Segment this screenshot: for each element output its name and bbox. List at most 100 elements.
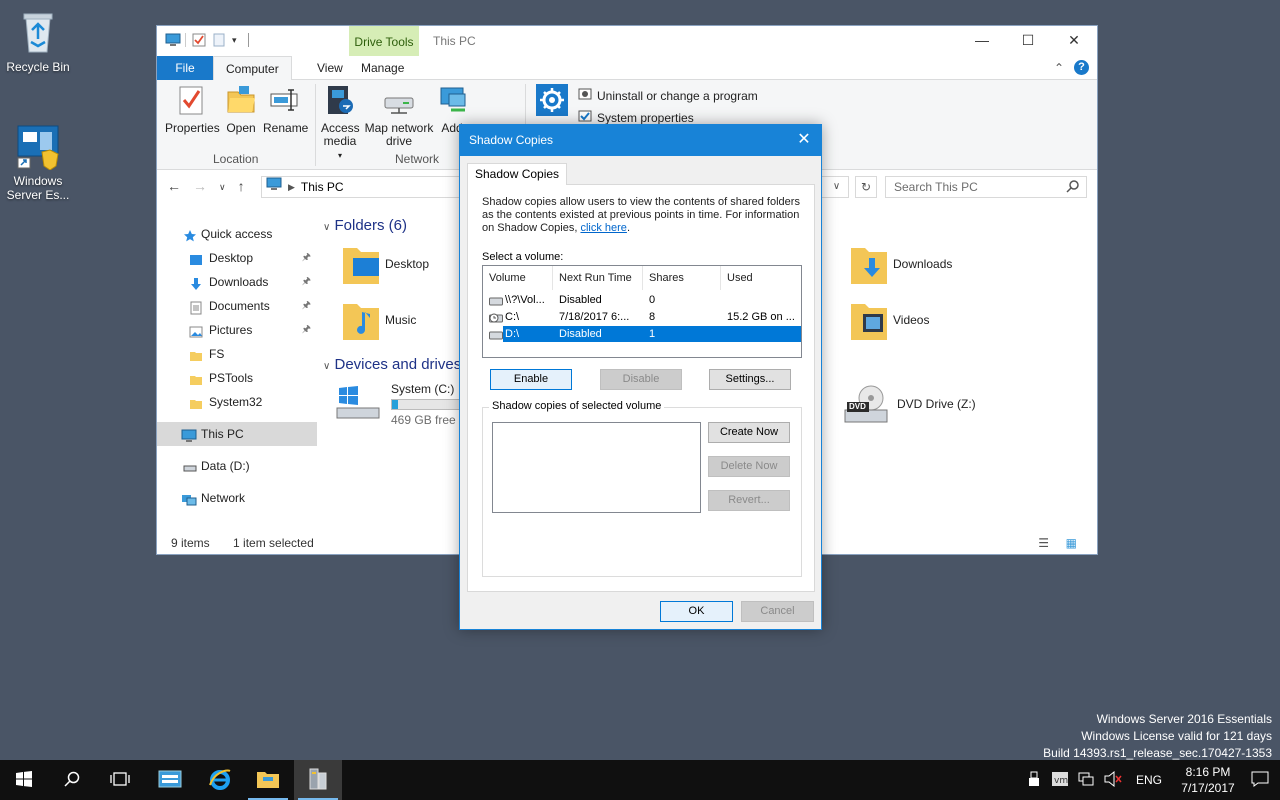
nav-pictures[interactable]: Pictures 🖈 — [157, 318, 317, 342]
drive-tile-dvd[interactable]: DVD DVD Drive (Z:) — [843, 384, 976, 424]
nav-documents[interactable]: Documents 🖈 — [157, 294, 317, 318]
forward-arrow-icon[interactable]: → — [193, 178, 207, 196]
music-folder-icon — [341, 300, 379, 340]
nav-downloads[interactable]: Downloads 🖈 — [157, 270, 317, 294]
action-center-icon[interactable] — [1240, 771, 1280, 790]
breadcrumb-separator-icon[interactable]: ▶ — [288, 177, 295, 197]
dvd-drive-icon: DVD — [843, 384, 889, 424]
folder-tile-music[interactable]: Music — [341, 300, 416, 340]
column-header-shares[interactable]: Shares — [643, 266, 721, 290]
location-group-label: Location — [213, 152, 259, 166]
minimize-button[interactable]: — — [959, 26, 1005, 56]
nav-network[interactable]: Network — [157, 486, 317, 510]
recent-locations-chevron-icon[interactable]: ∨ — [219, 178, 226, 196]
open-button[interactable]: Open — [221, 84, 261, 135]
folder-tile-videos[interactable]: Videos — [849, 300, 929, 340]
delete-now-button[interactable]: Delete Now — [708, 456, 790, 477]
tab-computer[interactable]: Computer — [213, 56, 292, 81]
drive-tile-system-c[interactable]: System (C:) 469 GB free of — [335, 382, 471, 427]
new-folder-icon[interactable] — [212, 33, 226, 47]
taskbar-server-manager[interactable] — [146, 760, 194, 800]
customize-qat-chevron-icon[interactable]: ▾ — [232, 33, 242, 47]
map-network-drive-button[interactable]: Map network drive — [363, 84, 435, 148]
vmware-tools-icon[interactable]: vm — [1051, 771, 1068, 789]
shadow-copies-list[interactable] — [492, 422, 701, 513]
tab-manage[interactable]: Manage — [349, 56, 416, 80]
details-view-icon[interactable]: ☰ — [1038, 532, 1049, 554]
nav-this-pc[interactable]: This PC — [157, 422, 317, 446]
folders-section-header[interactable]: ∨ Folders (6) — [323, 217, 407, 234]
search-input[interactable]: Search This PC — [885, 176, 1087, 198]
clock[interactable]: 8:16 PM 7/17/2017 — [1176, 764, 1240, 796]
column-header-volume[interactable]: Volume — [483, 266, 553, 290]
maximize-button[interactable]: ☐ — [1005, 26, 1051, 56]
file-explorer-icon — [256, 769, 280, 792]
task-view-button[interactable] — [96, 760, 144, 800]
help-icon[interactable]: ? — [1074, 60, 1089, 75]
close-icon[interactable]: ✕ — [787, 125, 821, 156]
taskbar-file-explorer[interactable] — [244, 760, 292, 800]
taskbar-internet-explorer[interactable] — [196, 760, 244, 800]
devices-section-header[interactable]: ∨ Devices and drives — [323, 356, 461, 373]
map-network-drive-icon — [383, 84, 415, 116]
column-header-next-run[interactable]: Next Run Time — [553, 266, 643, 290]
nav-desktop[interactable]: Desktop 🖈 — [157, 246, 317, 270]
tab-file[interactable]: File — [157, 56, 213, 80]
usb-device-icon[interactable] — [1028, 771, 1040, 790]
close-button[interactable]: ✕ — [1051, 26, 1097, 56]
navigation-pane: Quick access Desktop 🖈 Downloads 🖈 Docum… — [157, 222, 317, 510]
address-dropdown-chevron-icon[interactable]: ∨ — [825, 176, 849, 198]
settings-button[interactable]: Settings... — [709, 369, 791, 390]
folder-tile-desktop[interactable]: Desktop — [341, 244, 429, 284]
taskbar-properties-window[interactable] — [294, 760, 342, 800]
tiles-view-icon[interactable]: ▦ — [1066, 532, 1077, 554]
desktop-icon-recycle-bin[interactable]: Recycle Bin — [0, 8, 76, 74]
column-header-used[interactable]: Used — [721, 266, 801, 290]
tab-shadow-copies[interactable]: Shadow Copies — [467, 163, 568, 185]
pin-icon[interactable]: 🖈 — [302, 318, 311, 342]
rename-button[interactable]: Rename — [263, 84, 308, 135]
volume-muted-icon[interactable] — [1104, 770, 1122, 790]
enable-button[interactable]: Enable — [490, 369, 572, 390]
revert-button[interactable]: Revert... — [708, 490, 790, 511]
window-title: This PC — [433, 34, 476, 48]
pin-icon[interactable]: 🖈 — [302, 246, 311, 270]
cancel-button[interactable]: Cancel — [741, 601, 814, 622]
volume-list[interactable]: Volume Next Run Time Shares Used \\?\Vol… — [482, 265, 802, 358]
computer-icon[interactable] — [165, 33, 181, 47]
open-settings-button[interactable] — [535, 84, 569, 122]
access-media-button[interactable]: Access media ▾ — [321, 84, 360, 162]
breadcrumb[interactable]: This PC — [301, 177, 344, 197]
properties-check-icon[interactable] — [192, 33, 206, 47]
taskbar: vm ENG 8:16 PM 7/17/2017 — [0, 760, 1280, 800]
search-button[interactable] — [48, 760, 96, 800]
table-row[interactable]: \\?\Vol... Disabled 0 — [483, 292, 801, 308]
tab-view[interactable]: View — [305, 56, 355, 80]
properties-button[interactable]: Properties — [165, 84, 220, 135]
table-row[interactable]: C:\ 7/18/2017 6:... 8 15.2 GB on ... — [483, 309, 801, 325]
nav-fs[interactable]: FS — [157, 342, 317, 366]
disable-button[interactable]: Disable — [600, 369, 682, 390]
this-pc-icon — [181, 427, 197, 442]
click-here-link[interactable]: click here — [580, 222, 626, 234]
refresh-icon[interactable]: ↻ — [855, 176, 877, 198]
folder-tile-downloads[interactable]: Downloads — [849, 244, 952, 284]
desktop-icon-windows-server-essentials[interactable]: Windows Server Es... — [0, 122, 76, 202]
up-arrow-icon[interactable]: ↑ — [238, 178, 245, 196]
uninstall-program-button[interactable]: Uninstall or change a program — [577, 86, 758, 105]
ok-button[interactable]: OK — [660, 601, 733, 622]
nav-quick-access[interactable]: Quick access — [157, 222, 317, 246]
nav-pstools[interactable]: PSTools — [157, 366, 317, 390]
table-row-selected[interactable]: D:\ Disabled 1 — [483, 326, 801, 342]
nav-system32[interactable]: System32 — [157, 390, 317, 414]
internet-explorer-icon — [208, 767, 232, 794]
network-status-icon[interactable] — [1078, 771, 1094, 790]
start-button[interactable] — [0, 760, 48, 800]
pin-icon[interactable]: 🖈 — [302, 270, 311, 294]
pin-icon[interactable]: 🖈 — [302, 294, 311, 318]
back-arrow-icon[interactable]: ← — [167, 178, 181, 196]
nav-data-drive[interactable]: Data (D:) — [157, 454, 317, 478]
collapse-ribbon-chevron-icon[interactable]: ⌃ — [1054, 61, 1064, 75]
language-indicator[interactable]: ENG — [1136, 773, 1162, 787]
create-now-button[interactable]: Create Now — [708, 422, 790, 443]
